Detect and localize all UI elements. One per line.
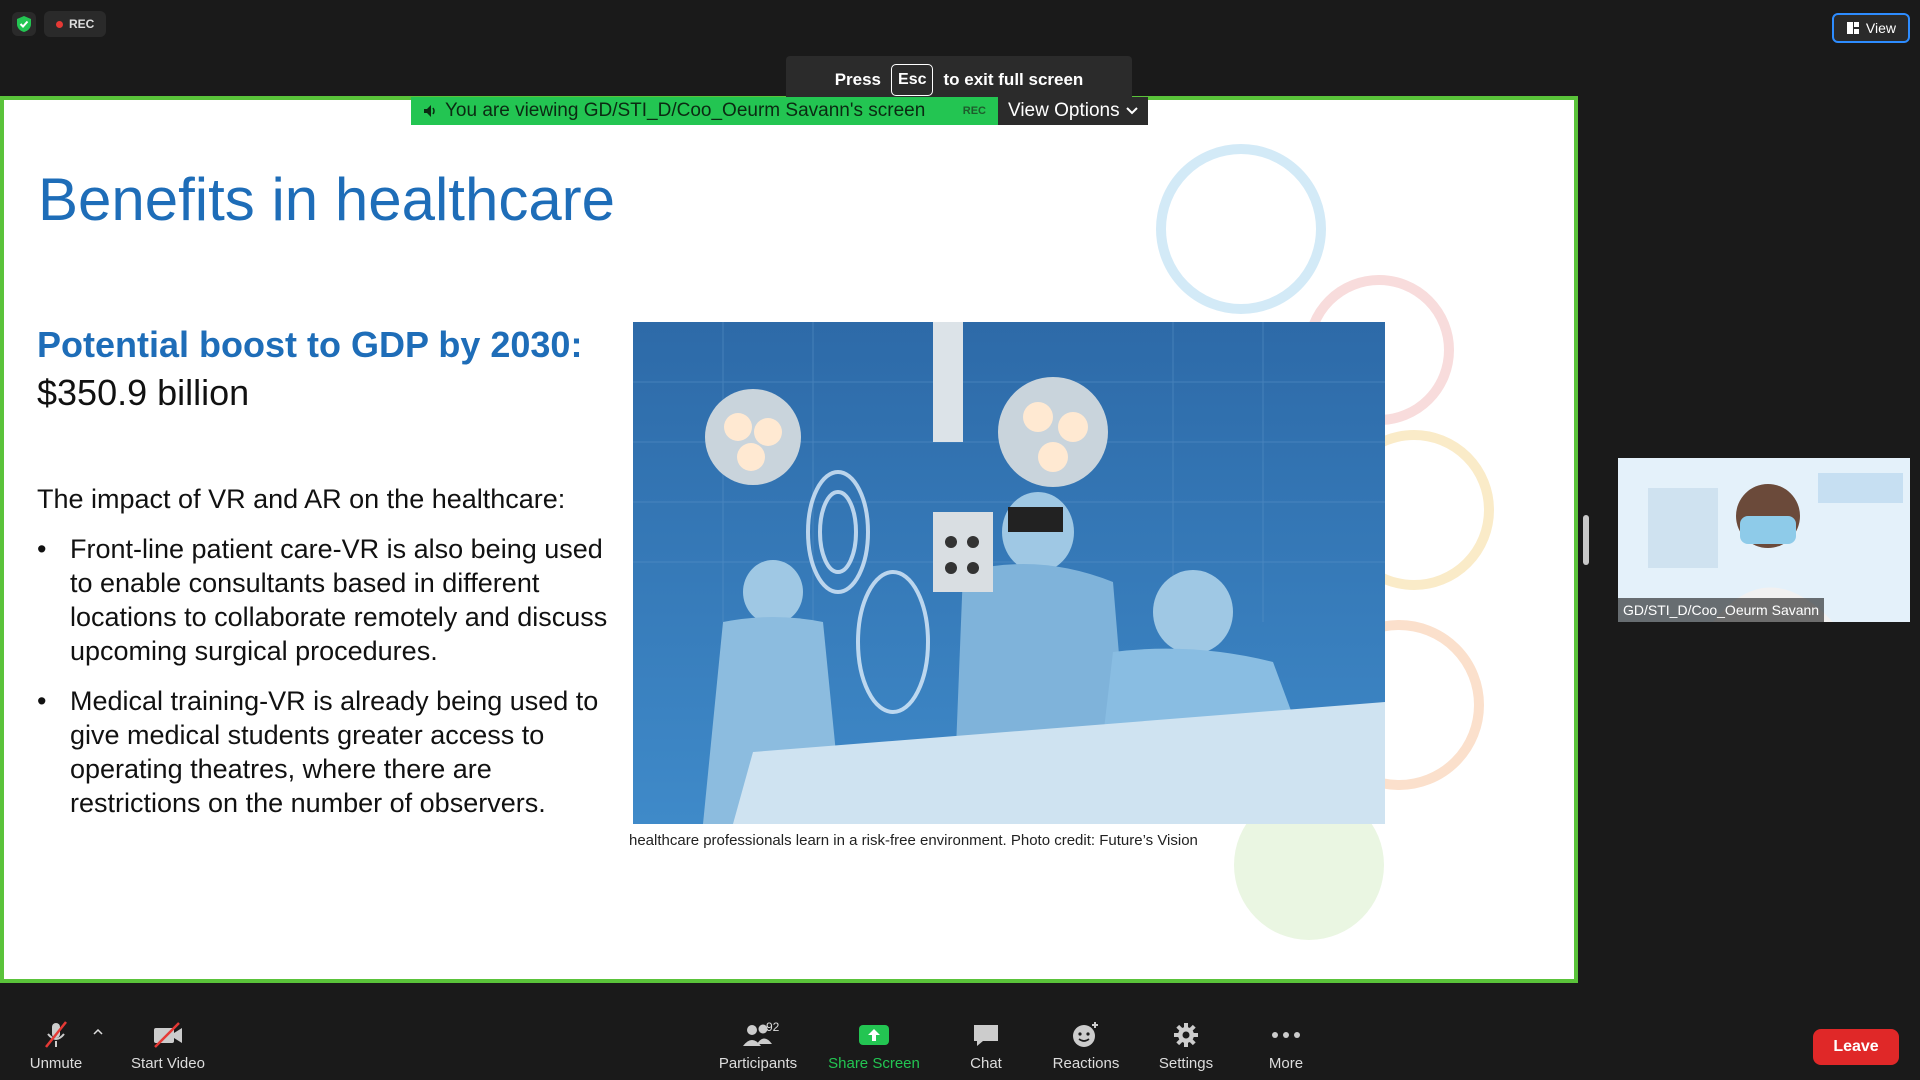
gear-icon xyxy=(1172,1019,1200,1051)
bullet-item: • Medical training-VR is already being u… xyxy=(37,684,627,820)
bullet-text: Front-line patient care-VR is also being… xyxy=(70,534,608,666)
chat-label: Chat xyxy=(970,1055,1002,1072)
share-screen-icon xyxy=(858,1019,890,1051)
participants-button[interactable]: 92 Participants xyxy=(708,1014,808,1080)
more-label: More xyxy=(1268,1055,1304,1072)
participants-count: 92 xyxy=(766,1020,780,1034)
unmute-label: Unmute xyxy=(29,1055,83,1072)
panel-resize-handle[interactable] xyxy=(1583,515,1589,565)
unmute-button[interactable]: Unmute xyxy=(6,1014,106,1080)
recording-label: REC xyxy=(69,17,95,31)
viewing-text: You are viewing GD/STI_D/Coo_Oeurm Savan… xyxy=(445,100,926,121)
speaker-icon xyxy=(424,105,435,117)
decorative-circle xyxy=(1156,144,1326,314)
viewing-banner: You are viewing GD/STI_D/Coo_Oeurm Savan… xyxy=(411,97,1148,125)
record-dot-icon xyxy=(56,20,63,28)
more-dots-icon xyxy=(1271,1019,1301,1051)
viewing-rec-label: REC xyxy=(962,105,986,117)
bullet-item: • Front-line patient care-VR is also bei… xyxy=(37,532,627,668)
share-screen-label: Share Screen xyxy=(828,1055,920,1072)
reactions-button[interactable]: Reactions xyxy=(1036,1014,1136,1080)
bullet-marker: • xyxy=(37,686,47,716)
video-off-icon xyxy=(151,1019,185,1051)
security-shield-icon[interactable] xyxy=(12,12,36,36)
surgery-vr-photo xyxy=(633,322,1385,824)
esc-exit-text: to exit full screen xyxy=(943,70,1084,89)
reactions-label: Reactions xyxy=(1052,1055,1120,1072)
participant-name: GD/STI_D/Coo_Oeurm Savann xyxy=(1618,598,1825,622)
chat-icon xyxy=(971,1019,1001,1051)
gdp-value: $350.9 billion xyxy=(37,372,250,413)
participants-label: Participants xyxy=(718,1055,798,1072)
esc-key: Esc xyxy=(891,64,934,96)
view-options-label: View Options xyxy=(1008,100,1120,121)
recording-indicator[interactable]: REC xyxy=(44,11,107,37)
settings-button[interactable]: Settings xyxy=(1136,1014,1236,1080)
view-options-button[interactable]: View Options xyxy=(998,97,1148,125)
viewing-notice: You are viewing GD/STI_D/Coo_Oeurm Savan… xyxy=(411,97,998,125)
muted-mic-icon xyxy=(42,1019,70,1051)
slide-title: Benefits in healthcare xyxy=(38,166,616,233)
impact-heading: The impact of VR and AR on the healthcar… xyxy=(37,484,566,514)
start-video-label: Start Video xyxy=(131,1055,205,1072)
more-button[interactable]: More xyxy=(1236,1014,1336,1080)
participant-video[interactable]: GD/STI_D/Coo_Oeurm Savann xyxy=(1618,458,1910,622)
view-label: View xyxy=(1865,20,1896,36)
chevron-down-icon xyxy=(1125,107,1138,115)
presentation-slide: Benefits in healthcare Potential boost t… xyxy=(4,100,1574,979)
bullet-text: Medical training-VR is already being use… xyxy=(70,686,599,818)
share-screen-button[interactable]: Share Screen xyxy=(824,1014,924,1080)
gdp-heading: Potential boost to GDP by 2030: xyxy=(37,324,583,365)
bullet-marker: • xyxy=(37,534,47,564)
reactions-icon xyxy=(1071,1019,1101,1051)
view-layout-icon xyxy=(1846,22,1859,34)
leave-button[interactable]: Leave xyxy=(1813,1029,1899,1065)
audio-options-caret-icon[interactable] xyxy=(93,1024,103,1038)
chat-button[interactable]: Chat xyxy=(936,1014,1036,1080)
view-button[interactable]: View xyxy=(1831,13,1910,43)
esc-press-text: Press xyxy=(834,70,882,89)
meeting-toolbar: Unmute Start Video 92 Participants Share… xyxy=(0,1014,1920,1080)
start-video-button[interactable]: Start Video xyxy=(118,1014,218,1080)
photo-caption: healthcare professionals learn in a risk… xyxy=(629,832,1198,849)
settings-label: Settings xyxy=(1158,1055,1214,1072)
